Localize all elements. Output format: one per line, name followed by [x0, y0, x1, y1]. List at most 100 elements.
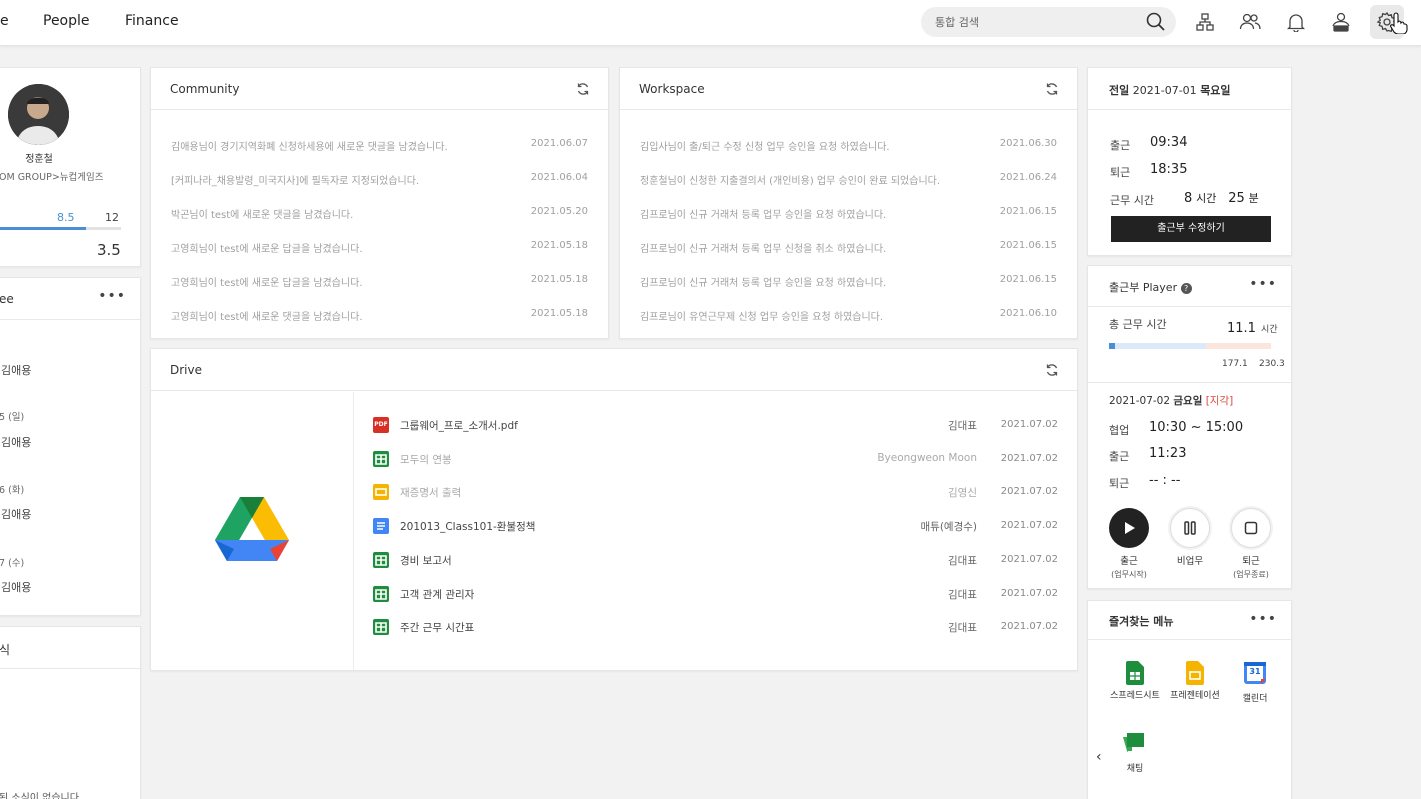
clock-out-caption: 퇴근	[1242, 556, 1260, 567]
file-row[interactable]: 주간 근무 시간표 김대표 2021.07.02	[373, 618, 1058, 638]
nav-item-finance[interactable]: Finance	[125, 13, 179, 29]
file-row[interactable]: 모두의 연봉 Byeongweon Moon 2021.07.02	[373, 450, 1058, 470]
player-divider	[1088, 382, 1291, 383]
more-icon[interactable]: •••	[1249, 276, 1277, 292]
file-row[interactable]: 201013_Class101-환불정책 매튜(예경수) 2021.07.02	[373, 517, 1058, 537]
schedule-name[interactable]: 김애용	[1, 579, 31, 595]
refresh-icon[interactable]	[1045, 81, 1059, 100]
search-icon[interactable]	[1146, 12, 1166, 36]
file-owner: 김대표	[948, 554, 977, 567]
list-item[interactable]: [커피나라_채용발령_미국지사]에 필독자로 지정되었습니다. 2021.06.0…	[171, 172, 588, 187]
total-work-label: 총 근무 시간	[1109, 318, 1167, 331]
list-item-text: 김프로님이 신규 거래처 등록 업무 승인을 요청 하였습니다.	[640, 278, 887, 289]
profile-name: 정훈철	[25, 154, 53, 165]
file-owner: 김대표	[948, 622, 977, 635]
file-name: 경비 보고서	[400, 554, 452, 567]
favorites-title: 즐겨찾는 메뉴	[1109, 615, 1174, 628]
clock-in-caption: 출근	[1120, 556, 1138, 567]
schedule-name[interactable]: 김애용	[1, 506, 31, 522]
list-item-date: 2021.05.20	[530, 206, 588, 217]
collab-label: 협업	[1109, 424, 1130, 437]
file-date: 2021.07.02	[1000, 486, 1058, 498]
pause-icon	[1184, 521, 1196, 535]
list-item[interactable]: 고영희님이 test에 새로운 답글을 남겼습니다. 2021.05.18	[171, 240, 588, 255]
file-row[interactable]: PDF 그룹웨어_프로_소개서.pdf 김대표 2021.07.02	[373, 416, 1058, 436]
more-icon[interactable]: •••	[98, 288, 126, 304]
clock-in-sub: (업무시작)	[1111, 570, 1147, 579]
schedule-name[interactable]: 김애용	[1, 434, 31, 450]
fav-calendar[interactable]: 31 캘린더	[1228, 661, 1282, 704]
users-icon[interactable]	[1238, 10, 1262, 34]
workspace-card: Workspace 김입사님이 출/퇴근 수정 신청 업무 승인을 요청 하였습…	[619, 67, 1078, 339]
profile-value-2: 12	[105, 211, 119, 224]
list-item-text: 김프로님이 유연근무제 신청 업무 승인을 요청 하였습니다.	[640, 312, 884, 323]
file-owner: 김영신	[948, 487, 977, 500]
list-item[interactable]: 김프로님이 유연근무제 신청 업무 승인을 요청 하였습니다. 2021.06.1…	[640, 308, 1057, 323]
search-box	[921, 7, 1176, 37]
list-item-date: 2021.06.10	[999, 308, 1057, 319]
schedule-name[interactable]: 김애용	[1, 362, 31, 378]
total-work-value: 11.1 시간	[1227, 321, 1278, 336]
avatar[interactable]	[8, 84, 69, 145]
list-item[interactable]: 김입사님이 출/퇴근 수정 신청 업무 승인을 요청 하였습니다. 2021.06…	[640, 138, 1057, 153]
profile-value-1: 8.5	[57, 211, 75, 224]
drive-divider	[353, 392, 354, 670]
prev-arrow-icon[interactable]: ‹	[1096, 749, 1102, 765]
work-progress-track	[1109, 343, 1271, 349]
play-button[interactable]	[1109, 508, 1149, 548]
nav-item-partial[interactable]: e	[0, 13, 9, 29]
chat-icon	[1123, 733, 1144, 752]
player-card: 출근부 Player ? ••• 총 근무 시간 11.1 시간 177.1 2…	[1087, 265, 1292, 589]
list-item[interactable]: 김프로님이 신규 거래처 등록 업무 승인을 요청 하였습니다. 2021.06.…	[640, 274, 1057, 289]
clock-out-sub: (업무종료)	[1233, 570, 1269, 579]
play-icon	[1125, 522, 1135, 534]
list-item[interactable]: 박곤님이 test에 새로운 댓글을 남겼습니다. 2021.05.20	[171, 206, 588, 221]
fav-spreadsheet[interactable]: 스프레드시트	[1108, 661, 1162, 702]
sheets-icon	[373, 585, 389, 602]
profile-progress-track	[0, 227, 121, 230]
help-icon[interactable]: ?	[1180, 282, 1192, 294]
top-bar: e People Finance	[0, 0, 1421, 46]
refresh-icon[interactable]	[576, 81, 590, 100]
file-row[interactable]: 경비 보고서 김대표 2021.07.02	[373, 551, 1058, 571]
file-row[interactable]: 고객 관계 관리자 김대표 2021.07.02	[373, 585, 1058, 605]
list-item-date: 2021.06.07	[530, 138, 588, 149]
list-item[interactable]: 고영희님이 test에 새로운 댓글을 남겼습니다. 2021.05.18	[171, 308, 588, 323]
sheets-icon	[373, 450, 389, 467]
list-item-date: 2021.06.30	[999, 138, 1057, 149]
profile-badge-icon[interactable]	[1329, 10, 1353, 34]
sheets-icon	[1126, 661, 1144, 685]
edit-attendance-button[interactable]: 출근부 수정하기	[1111, 216, 1271, 242]
list-item[interactable]: 고영희님이 test에 새로운 답글을 남겼습니다. 2021.05.18	[171, 274, 588, 289]
file-name: 201013_Class101-환불정책	[400, 521, 536, 534]
list-item[interactable]: 김애용님이 경기지역화폐 신청하세용에 새로운 댓글을 남겼습니다. 2021.0…	[171, 138, 588, 153]
list-item[interactable]: 정훈철님이 신청한 지출결의서 (개인비용) 업무 승인이 완료 되었습니다. 2…	[640, 172, 1057, 187]
work-progress-fill	[1109, 343, 1116, 349]
list-item-date: 2021.06.24	[999, 172, 1057, 183]
pdf-icon: PDF	[373, 417, 389, 433]
out-time: 18:35	[1150, 162, 1188, 177]
fav-chat[interactable]: 채팅	[1108, 731, 1162, 774]
schedule-card: ee ••• 김애용 5 (일) 김애용 6 (화) 김애용 7 (수) 김애용	[0, 277, 141, 616]
file-row[interactable]: 재증명서 출력 김영신 2021.07.02	[373, 483, 1058, 503]
file-date: 2021.07.02	[1000, 587, 1058, 599]
file-owner: 김대표	[948, 588, 977, 601]
refresh-icon[interactable]	[1045, 362, 1059, 381]
nav-item-people[interactable]: People	[43, 13, 90, 29]
list-item[interactable]: 김프로님이 신규 거래처 등록 업무 신청을 취소 하였습니다. 2021.06.…	[640, 240, 1057, 255]
fav-presentation[interactable]: 프레젠테이션	[1168, 661, 1222, 702]
stop-button[interactable]	[1231, 508, 1271, 548]
file-date: 2021.07.02	[1000, 520, 1058, 532]
list-item-text: 고영희님이 test에 새로운 댓글을 남겼습니다.	[171, 312, 363, 323]
out-label: 퇴근	[1110, 166, 1131, 179]
workspace-title: Workspace	[639, 82, 705, 96]
list-item[interactable]: 김프로님이 신규 거래처 등록 업무 승인을 요청 하였습니다. 2021.06.…	[640, 206, 1057, 221]
list-item-text: 김프로님이 신규 거래처 등록 업무 신청을 취소 하였습니다.	[640, 244, 887, 255]
search-input[interactable]	[935, 13, 1135, 31]
bell-icon[interactable]	[1284, 10, 1308, 34]
org-chart-icon[interactable]	[1193, 10, 1217, 34]
pause-button[interactable]	[1170, 508, 1210, 548]
sheets-icon	[373, 619, 389, 636]
list-item-date: 2021.06.15	[999, 206, 1057, 217]
more-icon[interactable]: •••	[1249, 611, 1277, 627]
